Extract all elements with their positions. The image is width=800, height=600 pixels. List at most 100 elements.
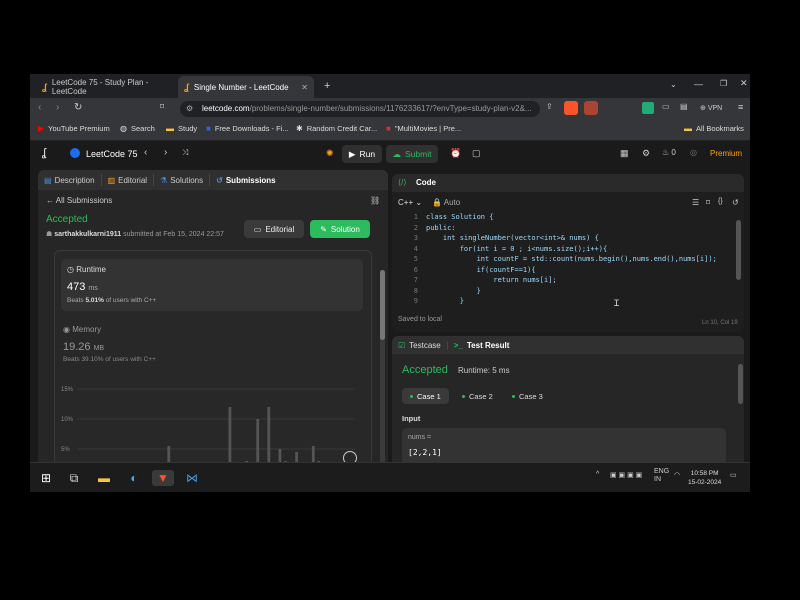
sidebar-icon[interactable]: ▭ bbox=[662, 102, 670, 111]
bookmark-code-icon[interactable]: ⌑ bbox=[706, 198, 710, 207]
problem-tabs: ▤ Description ▥ Editorial ⚗ Solutions ↺ Subm… bbox=[38, 170, 388, 190]
bookmark-icon[interactable]: ⌑ bbox=[160, 102, 164, 111]
tab-description[interactable]: ▤ Description bbox=[38, 174, 102, 186]
code-line: } bbox=[426, 286, 481, 295]
site-icon: ■ bbox=[206, 124, 211, 133]
url-bar[interactable]: ⚙ leetcode.com/problems/single-number/su… bbox=[180, 101, 540, 117]
bookmark-multimovies[interactable]: ■ "MultiMovies | Pre... bbox=[386, 124, 461, 133]
close-tab-icon[interactable]: ✕ bbox=[301, 83, 308, 92]
debug-icon[interactable]: ✺ bbox=[326, 148, 334, 159]
brave-rewards-icon[interactable] bbox=[584, 101, 598, 115]
settings-icon[interactable]: ⚙ bbox=[642, 148, 650, 159]
all-bookmarks[interactable]: ▬ All Bookmarks bbox=[684, 124, 744, 133]
clock-icon: ◷ bbox=[67, 265, 74, 274]
test-scrollbar[interactable] bbox=[738, 364, 743, 404]
language-select[interactable]: C++ ⌄ bbox=[398, 198, 422, 207]
case-2-tab[interactable]: Case 2 bbox=[454, 388, 501, 404]
task-view-icon[interactable]: ⧉ bbox=[66, 470, 82, 486]
bookmark-youtube[interactable]: ▶ YouTube Premium bbox=[38, 124, 110, 133]
site-icon: ■ bbox=[386, 124, 391, 133]
runtime-card[interactable]: ◷ Runtime 473 ms Beats 5.01% of users wi… bbox=[61, 259, 363, 311]
chevron-down-icon[interactable]: ⌄ bbox=[670, 80, 677, 89]
lock-icon: 🔒 bbox=[432, 198, 442, 207]
notes-icon[interactable]: ▢ bbox=[472, 148, 481, 159]
new-tab-button[interactable]: + bbox=[324, 80, 330, 92]
taskbar: ⊞ ⧉ ▬ ◐ ▼ ⋈ ^ ▣ ▣ ▣ ▣ ENG IN ◠ 10:58 PM 15… bbox=[30, 462, 750, 492]
bookmark-random-credit[interactable]: ✱ Random Credit Car... bbox=[296, 124, 377, 133]
tab-solutions[interactable]: ⚗ Solutions bbox=[154, 174, 211, 186]
run-button[interactable]: ▶ Run bbox=[342, 145, 382, 163]
code-scrollbar[interactable] bbox=[736, 220, 741, 280]
terminal-icon: >_ bbox=[453, 340, 463, 350]
tab-editorial[interactable]: ▥ Editorial bbox=[102, 174, 155, 186]
pass-dot-icon bbox=[512, 394, 515, 398]
code-line: return nums[i]; bbox=[426, 276, 557, 284]
leetcode-logo-icon[interactable]: ʆ bbox=[42, 147, 46, 159]
line-number: 1 bbox=[413, 213, 418, 221]
tab-testcase[interactable]: ☑ Testcase bbox=[392, 340, 448, 350]
link-icon[interactable]: ⛓ bbox=[370, 196, 380, 205]
back-arrow-icon[interactable]: ‹ bbox=[38, 102, 41, 113]
checkbox-icon: ☑ bbox=[398, 340, 406, 350]
bookmark-search[interactable]: ◍ Search bbox=[120, 124, 155, 133]
close-window-button[interactable]: ✕ bbox=[740, 78, 748, 89]
layout-icon[interactable]: ▦ bbox=[620, 148, 629, 159]
all-submissions-link[interactable]: ← All Submissions bbox=[46, 196, 112, 205]
editorial-icon: ▥ bbox=[107, 175, 116, 185]
tab-submissions[interactable]: ↺ Submissions bbox=[210, 174, 282, 186]
language-indicator[interactable]: ENG IN bbox=[654, 468, 669, 484]
bookmark-study[interactable]: ▬ Study bbox=[166, 124, 197, 133]
scrollbar-thumb[interactable] bbox=[380, 270, 385, 340]
case-3-tab[interactable]: Case 3 bbox=[504, 388, 551, 404]
share-icon[interactable]: ⇪ bbox=[546, 102, 553, 111]
braces-icon[interactable]: {} bbox=[718, 198, 723, 205]
brave-taskbar-icon[interactable]: ▼ bbox=[152, 470, 174, 486]
case-1-tab[interactable]: Case 1 bbox=[402, 388, 449, 404]
reset-icon[interactable]: ↺ bbox=[732, 198, 739, 207]
menu-icon[interactable]: ≡ bbox=[738, 102, 743, 112]
vpn-button[interactable]: ⊕ VPN bbox=[700, 104, 722, 112]
maximize-button[interactable]: ❐ bbox=[720, 79, 727, 88]
submit-button[interactable]: ☁ Submit bbox=[386, 145, 438, 163]
minimize-button[interactable]: — bbox=[694, 79, 703, 89]
tray-app-icons[interactable]: ▣ ▣ ▣ ▣ bbox=[610, 471, 642, 479]
next-problem-icon[interactable]: › bbox=[164, 147, 167, 158]
bookmark-free-downloads[interactable]: ■ Free Downloads - Fi... bbox=[206, 124, 289, 133]
gear-icon: ✱ bbox=[296, 124, 303, 133]
study-plan-title[interactable]: LeetCode 75 bbox=[86, 149, 138, 159]
file-explorer-icon[interactable]: ▬ bbox=[96, 470, 112, 486]
editorial-button[interactable]: ▭ Editorial bbox=[244, 220, 304, 238]
clock[interactable]: 10:58 PM 15-02-2024 bbox=[688, 469, 721, 487]
solution-button[interactable]: ✎ Solution bbox=[310, 220, 370, 238]
forward-arrow-icon[interactable]: › bbox=[56, 102, 59, 113]
code-editor[interactable]: class Solution {public: int singleNumber… bbox=[426, 212, 717, 307]
extension-icon[interactable] bbox=[642, 102, 654, 114]
wallet-icon[interactable]: ▤ bbox=[680, 102, 688, 111]
youtube-icon: ▶ bbox=[38, 124, 45, 133]
code-line: } bbox=[426, 297, 464, 305]
tab-test-result[interactable]: >_ Test Result bbox=[448, 341, 516, 350]
notification-icon[interactable]: ▭ bbox=[730, 471, 737, 479]
avatar[interactable]: ◎ bbox=[690, 148, 697, 157]
code-panel-header: ⟨/⟩ Code bbox=[392, 174, 744, 192]
format-icon[interactable]: ☰ bbox=[692, 198, 699, 207]
wifi-icon[interactable]: ◠ bbox=[674, 471, 680, 479]
reload-icon[interactable]: ↻ bbox=[74, 102, 82, 113]
pass-dot-icon bbox=[410, 394, 413, 398]
vscode-icon[interactable]: ⋈ bbox=[184, 470, 200, 486]
auto-toggle[interactable]: 🔒 Auto bbox=[432, 198, 460, 207]
line-number: 5 bbox=[413, 255, 418, 263]
tab-single-number[interactable]: ʆ Single Number - LeetCode ✕ bbox=[178, 76, 314, 98]
prev-problem-icon[interactable]: ‹ bbox=[144, 147, 147, 158]
premium-link[interactable]: Premium bbox=[710, 149, 742, 158]
tab-leetcode-75[interactable]: ʆ LeetCode 75 - Study Plan - LeetCode bbox=[36, 76, 176, 98]
memory-label[interactable]: ◉ Memory bbox=[63, 325, 101, 334]
fire-icon[interactable]: ♨ 0 bbox=[662, 148, 676, 157]
left-scrollbar[interactable] bbox=[380, 270, 385, 480]
shuffle-icon[interactable]: ⤨ bbox=[182, 148, 188, 158]
timer-icon[interactable]: ⏰ bbox=[450, 148, 461, 159]
tray-chevron-icon[interactable]: ^ bbox=[596, 471, 599, 478]
edge-icon[interactable]: ◐ bbox=[126, 470, 142, 486]
brave-shields-icon[interactable] bbox=[564, 101, 578, 115]
windows-start-icon[interactable]: ⊞ bbox=[38, 470, 54, 486]
